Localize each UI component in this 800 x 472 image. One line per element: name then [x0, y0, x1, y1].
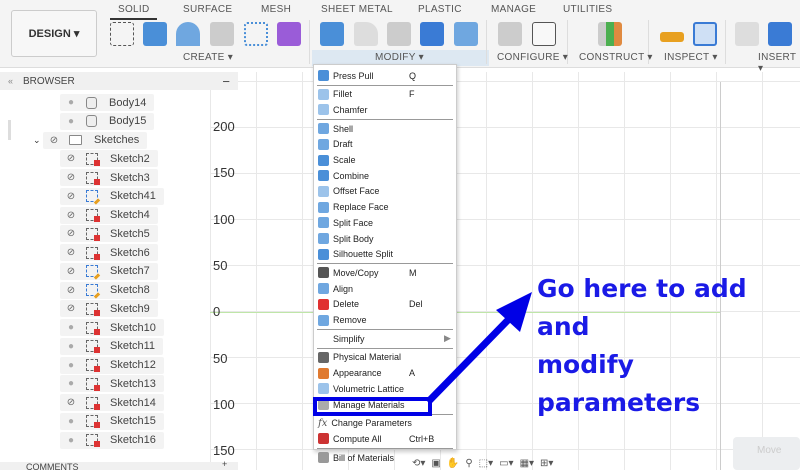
annotation-line-1: Go here to add and — [537, 274, 747, 341]
display-settings-icon[interactable]: ▭▾ — [499, 458, 513, 470]
orbit-icon[interactable]: ⟲▾ — [412, 458, 425, 470]
comments-panel[interactable]: COMMENTS + — [0, 459, 238, 472]
move-widget[interactable]: Move — [733, 437, 800, 470]
grid-icon[interactable]: ▦▾ — [520, 458, 534, 470]
fit-icon[interactable]: ⬚▾ — [479, 458, 493, 470]
viewports-icon[interactable]: ⊞▾ — [540, 458, 553, 470]
look-at-icon[interactable]: ▣ — [431, 458, 440, 470]
navigation-bar: ⟲▾ ▣ ✋ ⚲ ⬚▾ ▭▾ ▦▾ ⊞▾ — [412, 458, 600, 470]
move-label: Move — [757, 445, 782, 456]
add-comment-icon[interactable]: + — [222, 459, 227, 469]
annotation-line-2: modify parameters — [537, 350, 701, 417]
pan-icon[interactable]: ✋ — [447, 458, 459, 470]
annotation-text: Go here to add and modify parameters — [537, 270, 800, 422]
comments-label: COMMENTS — [26, 462, 79, 472]
zoom-icon[interactable]: ⚲ — [465, 458, 472, 470]
